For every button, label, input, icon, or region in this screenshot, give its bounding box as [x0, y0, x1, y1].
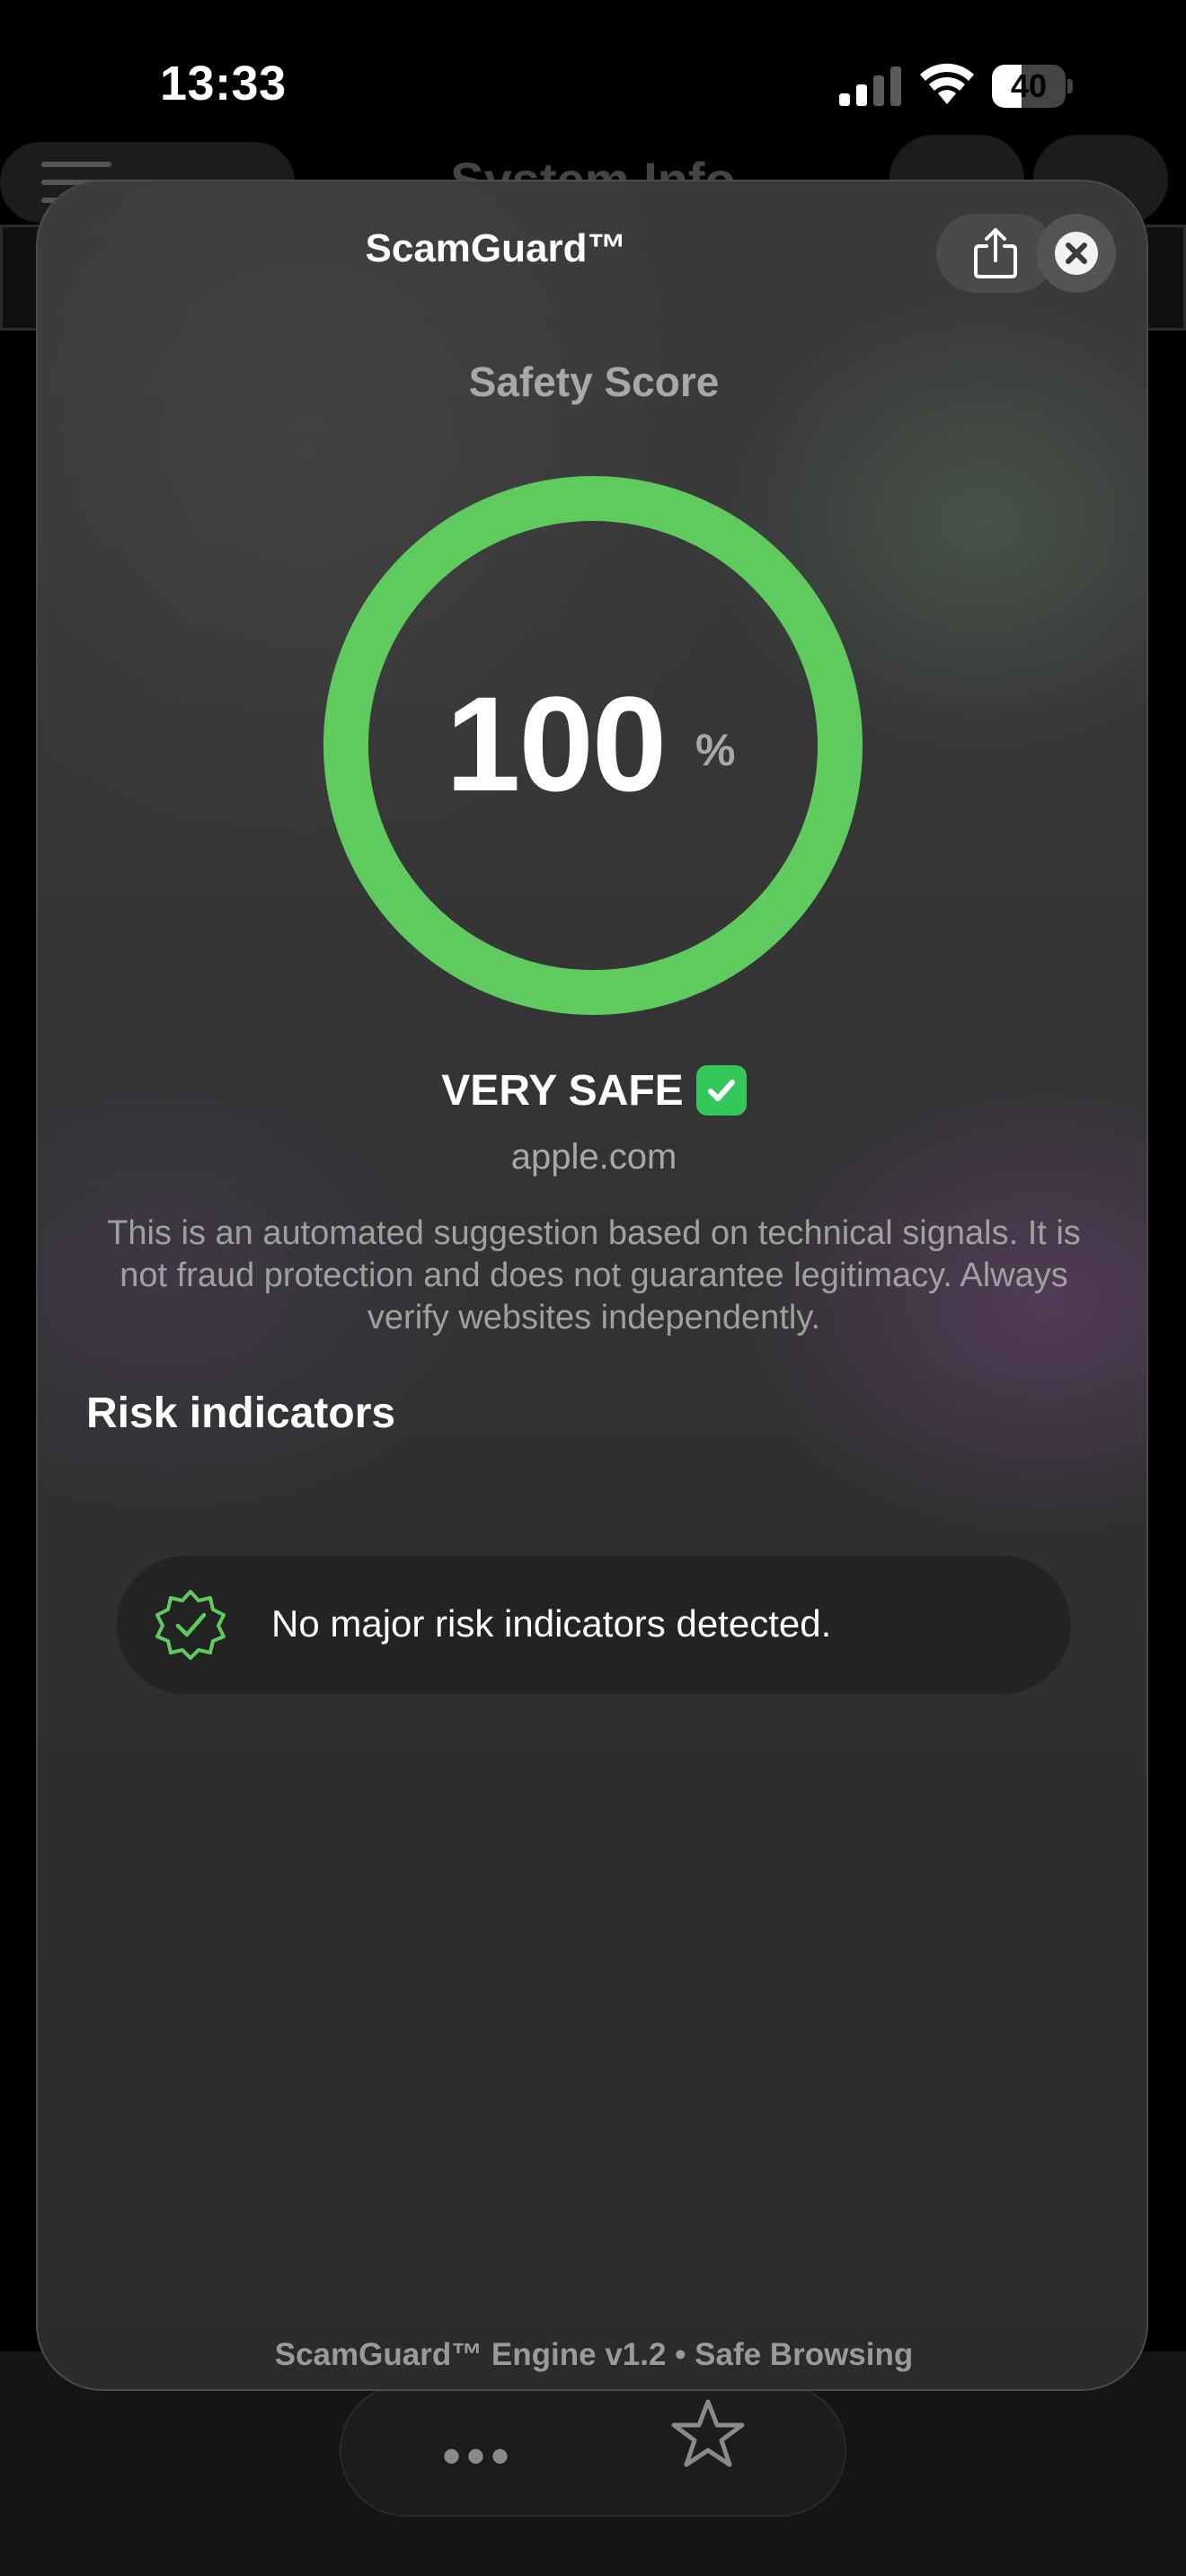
star-icon[interactable] [670, 2396, 746, 2472]
battery-icon: 40 [992, 65, 1073, 108]
battery-percent: 40 [1010, 67, 1048, 104]
verdict-line: VERY SAFE [38, 1065, 1146, 1116]
wifi-icon [920, 63, 974, 104]
verdict-label: VERY SAFE [441, 1067, 684, 1115]
engine-footer: ScamGuard™ Engine v1.2 • Safe Browsing [274, 2337, 914, 2372]
share-icon [974, 228, 1017, 278]
risk-indicator-text: No major risk indicators detected. [271, 1602, 832, 1645]
more-icon[interactable]: ••• [442, 2425, 515, 2487]
score-value: 100 [446, 668, 667, 819]
status-time: 13:33 [160, 57, 287, 110]
cellular-signal-icon [839, 65, 902, 106]
score-label: Safety Score [468, 358, 720, 405]
score-unit: % [695, 725, 736, 775]
risk-indicators-heading: Risk indicators [86, 1389, 396, 1437]
sheet-title: ScamGuard™ [365, 226, 627, 270]
close-icon [1066, 243, 1087, 264]
disclaimer-text: This is an automated suggestion based on… [107, 1214, 1081, 1337]
scamguard-sheet: ScamGuard™ Safety Score 100 % VERY SAFE … [36, 180, 1148, 2391]
toolbar-pill [340, 2384, 846, 2517]
verified-badge-icon [155, 1590, 226, 1660]
site-domain: apple.com [510, 1137, 677, 1177]
risk-indicator-item: No major risk indicators detected. [117, 1556, 1071, 1694]
close-button[interactable] [1037, 214, 1116, 293]
checkmark-icon [695, 1065, 747, 1116]
